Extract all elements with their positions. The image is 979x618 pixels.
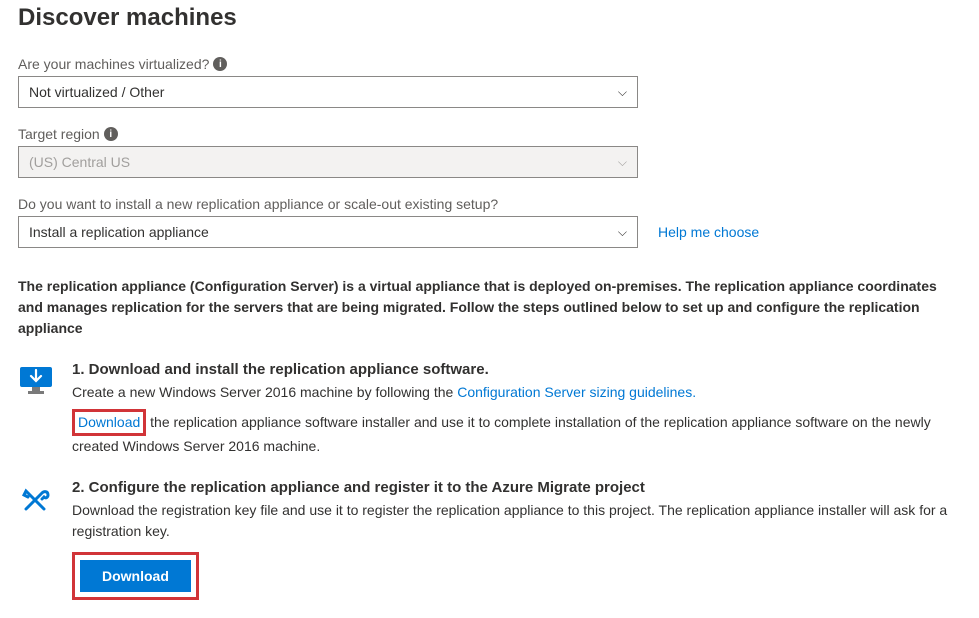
virtualized-field: Are your machines virtualized? i Not vir… bbox=[18, 56, 961, 108]
install-option-value: Install a replication appliance bbox=[29, 224, 209, 240]
step-2: 2. Configure the replication appliance a… bbox=[18, 479, 961, 600]
sizing-guidelines-link[interactable]: Configuration Server sizing guidelines. bbox=[457, 384, 696, 400]
download-button-highlight: Download bbox=[72, 552, 199, 600]
step-1: 1. Download and install the replication … bbox=[18, 361, 961, 457]
step-1-text-b: the replication appliance software insta… bbox=[72, 414, 931, 454]
step-2-title: 2. Configure the replication appliance a… bbox=[72, 479, 961, 496]
install-option-label-text: Do you want to install a new replication… bbox=[18, 196, 498, 212]
chevron-down-icon: ⌵ bbox=[618, 85, 627, 100]
download-link-highlight: Download bbox=[72, 409, 146, 436]
info-icon[interactable]: i bbox=[104, 127, 118, 141]
target-region-dropdown: (US) Central US ⌵ bbox=[18, 146, 638, 178]
step-1-line1: Create a new Windows Server 2016 machine… bbox=[72, 382, 961, 403]
target-region-field: Target region i (US) Central US ⌵ bbox=[18, 126, 961, 178]
info-icon[interactable]: i bbox=[213, 57, 227, 71]
download-button[interactable]: Download bbox=[80, 560, 191, 592]
virtualized-label-text: Are your machines virtualized? bbox=[18, 56, 209, 72]
help-me-choose-link[interactable]: Help me choose bbox=[658, 224, 759, 240]
chevron-down-icon: ⌵ bbox=[618, 225, 627, 240]
install-option-field: Do you want to install a new replication… bbox=[18, 196, 961, 248]
virtualized-dropdown[interactable]: Not virtualized / Other ⌵ bbox=[18, 76, 638, 108]
step-2-text: Download the registration key file and u… bbox=[72, 500, 961, 542]
page-title: Discover machines bbox=[18, 0, 961, 32]
tools-icon bbox=[18, 479, 54, 600]
download-link[interactable]: Download bbox=[78, 414, 140, 430]
step-1-line2: Download the replication appliance softw… bbox=[72, 403, 961, 457]
target-region-label-text: Target region bbox=[18, 126, 100, 142]
target-region-label: Target region i bbox=[18, 126, 961, 142]
virtualized-value: Not virtualized / Other bbox=[29, 84, 164, 100]
step-1-title: 1. Download and install the replication … bbox=[72, 361, 961, 378]
monitor-download-icon bbox=[18, 361, 54, 457]
install-option-dropdown[interactable]: Install a replication appliance ⌵ bbox=[18, 216, 638, 248]
intro-text: The replication appliance (Configuration… bbox=[18, 276, 961, 339]
install-option-label: Do you want to install a new replication… bbox=[18, 196, 961, 212]
step-1-text-a: Create a new Windows Server 2016 machine… bbox=[72, 384, 457, 400]
chevron-down-icon: ⌵ bbox=[618, 155, 627, 170]
target-region-value: (US) Central US bbox=[29, 154, 130, 170]
virtualized-label: Are your machines virtualized? i bbox=[18, 56, 961, 72]
